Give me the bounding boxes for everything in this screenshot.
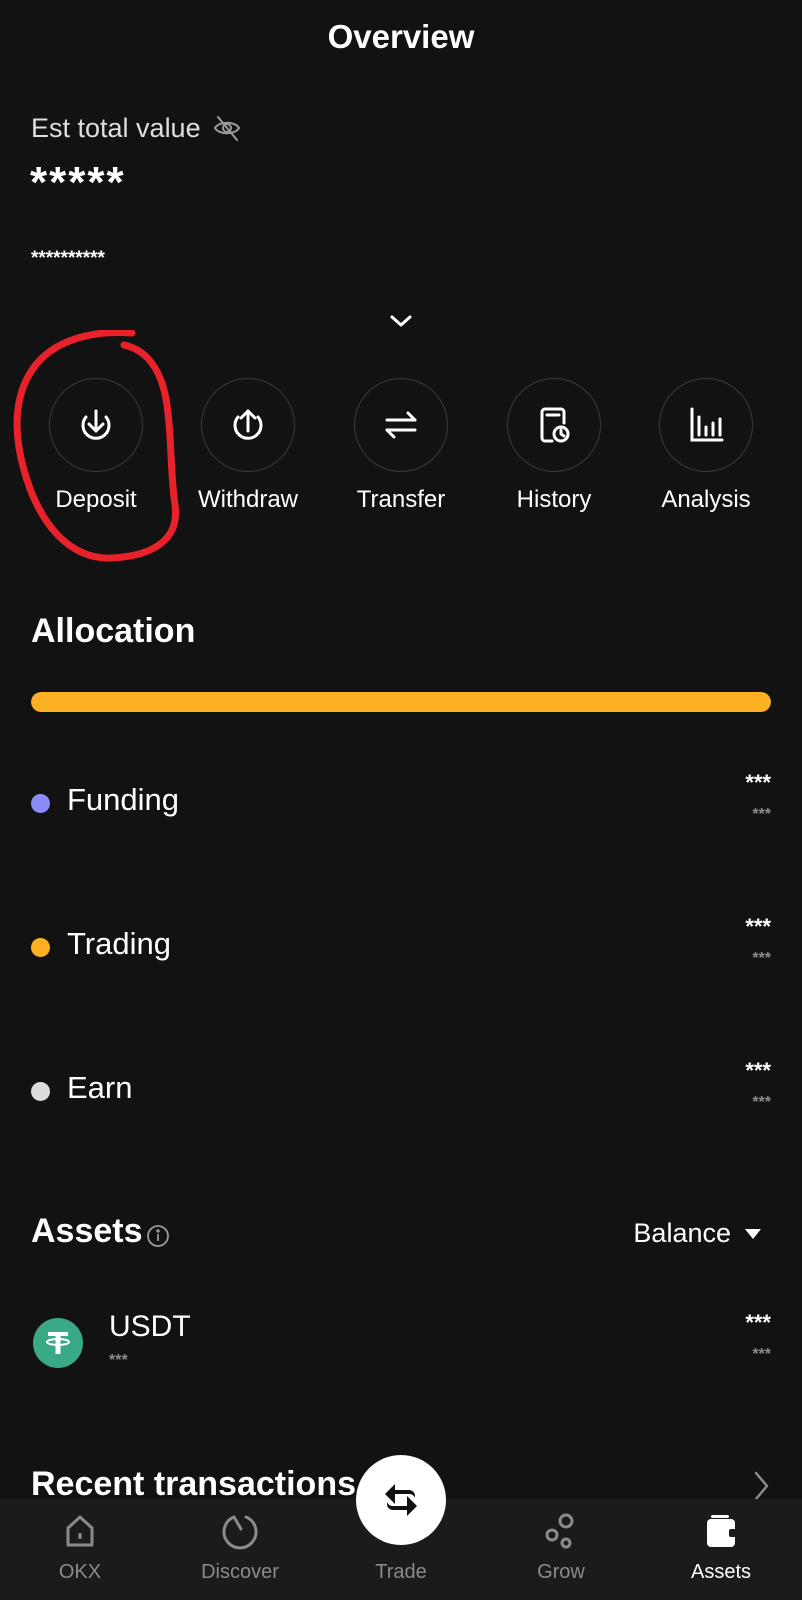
account-value: *** <box>745 770 771 795</box>
grow-icon <box>545 1513 574 1549</box>
discover-icon <box>222 1515 258 1550</box>
account-name: Trading <box>67 926 171 961</box>
earn-dot <box>31 1082 50 1101</box>
asset-sub-value: *** <box>752 1346 771 1363</box>
tab-grow[interactable]: Grow <box>501 1511 621 1584</box>
caret-down-icon <box>745 1228 761 1239</box>
asset-symbol: USDT <box>109 1310 191 1343</box>
est-total-value-text: Est total value <box>31 112 201 143</box>
withdraw-label: Withdraw <box>197 486 299 513</box>
page-title: Overview <box>327 18 475 55</box>
sub-total-value: ********** <box>31 248 105 269</box>
account-sub-value: *** <box>752 806 771 823</box>
funding-dot <box>31 794 50 813</box>
tab-label: OKX <box>58 1561 102 1583</box>
wallet-icon <box>707 1515 737 1547</box>
transfer-icon <box>385 411 417 439</box>
swap-arrows-icon <box>385 1484 417 1516</box>
asset-sub: *** <box>109 1352 128 1369</box>
account-value: *** <box>745 1058 771 1083</box>
account-row-trading[interactable]: Trading *** *** <box>31 914 771 974</box>
allocation-bar <box>31 692 771 712</box>
trade-fab-button[interactable] <box>356 1455 446 1545</box>
deposit-icon <box>81 409 111 440</box>
total-value: ***** <box>30 158 126 207</box>
eye-hidden-icon[interactable] <box>211 112 243 144</box>
account-row-earn[interactable]: Earn *** *** <box>31 1058 771 1118</box>
trading-dot <box>31 938 50 957</box>
tab-discover[interactable]: Discover <box>180 1511 300 1584</box>
withdraw-icon <box>233 409 263 440</box>
asset-row-usdt[interactable]: USDT *** *** *** <box>31 1310 771 1370</box>
chevron-right-icon[interactable] <box>752 1470 770 1502</box>
analysis-label: Analysis <box>661 486 751 513</box>
est-total-value-label: Est total value <box>31 112 243 144</box>
tab-label: Trade <box>375 1561 427 1583</box>
assets-title: Assets <box>31 1212 143 1250</box>
usdt-logo-icon <box>33 1318 83 1368</box>
tab-assets[interactable]: Assets <box>661 1511 781 1584</box>
tab-label: Grow <box>537 1561 585 1583</box>
account-value: *** <box>745 914 771 939</box>
history-label: History <box>516 486 592 513</box>
account-sub-value: *** <box>752 950 771 967</box>
history-icon <box>540 407 570 443</box>
analysis-button[interactable]: Analysis <box>636 378 776 514</box>
deposit-label: Deposit <box>55 486 137 513</box>
info-icon[interactable] <box>146 1224 170 1248</box>
transfer-label: Transfer <box>356 486 446 513</box>
asset-value: *** <box>745 1310 771 1335</box>
analysis-icon <box>690 407 724 442</box>
withdraw-button[interactable]: Withdraw <box>178 378 318 514</box>
tab-label: Assets <box>690 1561 752 1583</box>
assets-header: Assets Balance <box>31 1212 771 1256</box>
deposit-button[interactable]: Deposit <box>26 378 166 514</box>
balance-sort-dropdown[interactable]: Balance <box>633 1218 761 1249</box>
allocation-title: Allocation <box>31 612 196 650</box>
expand-chevron-icon[interactable] <box>388 312 414 330</box>
account-name: Earn <box>67 1070 133 1105</box>
history-button[interactable]: History <box>484 378 624 514</box>
account-row-funding[interactable]: Funding *** *** <box>31 770 771 830</box>
transfer-button[interactable]: Transfer <box>331 378 471 514</box>
home-icon <box>66 1515 94 1547</box>
tab-label: Discover <box>201 1561 279 1583</box>
account-name: Funding <box>67 782 180 817</box>
account-sub-value: *** <box>752 1094 771 1111</box>
balance-sort-label: Balance <box>633 1218 731 1248</box>
allocation-bar-fill-trading <box>31 692 771 712</box>
tab-okx[interactable]: OKX <box>20 1511 140 1584</box>
